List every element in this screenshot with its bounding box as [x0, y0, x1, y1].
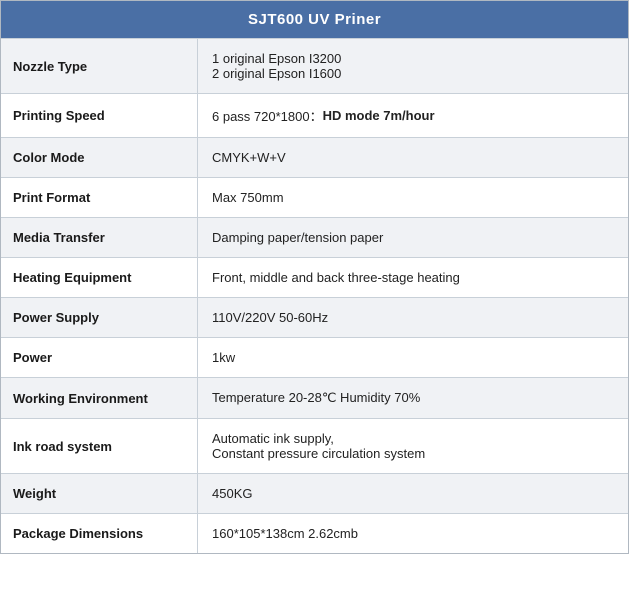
row-value: Temperature 20-28℃ Humidity 70%: [198, 378, 628, 418]
row-label: Print Format: [1, 178, 198, 217]
row-value: 1kw: [198, 338, 628, 377]
row-label: Nozzle Type: [1, 39, 198, 93]
row-label: Power: [1, 338, 198, 377]
speed-normal-text: 6 pass 720*1800：: [212, 106, 323, 125]
table-title: SJT600 UV Priner: [248, 11, 381, 28]
row-value: 160*105*138cm 2.62cmb: [198, 514, 628, 553]
value-line: 2 original Epson I1600: [212, 66, 341, 81]
row-value: 110V/220V 50-60Hz: [198, 298, 628, 337]
spec-table: SJT600 UV Priner Nozzle Type1 original E…: [0, 0, 629, 554]
row-label: Working Environment: [1, 378, 198, 418]
table-row: Printing Speed6 pass 720*1800：HD mode 7m…: [1, 93, 628, 137]
table-row: Working EnvironmentTemperature 20-28℃ Hu…: [1, 377, 628, 418]
row-label: Ink road system: [1, 419, 198, 473]
table-row: Media TransferDamping paper/tension pape…: [1, 217, 628, 257]
value-line: Automatic ink supply,: [212, 431, 334, 446]
table-row: Print FormatMax 750mm: [1, 177, 628, 217]
row-label: Color Mode: [1, 138, 198, 177]
table-row: Nozzle Type1 original Epson I32002 origi…: [1, 38, 628, 93]
table-row: Weight450KG: [1, 473, 628, 513]
row-label: Weight: [1, 474, 198, 513]
table-row: Package Dimensions160*105*138cm 2.62cmb: [1, 513, 628, 553]
table-row: Color ModeCMYK+W+V: [1, 137, 628, 177]
row-value: Front, middle and back three-stage heati…: [198, 258, 628, 297]
row-value: 6 pass 720*1800：HD mode 7m/hour: [198, 94, 628, 137]
table-row: Power1kw: [1, 337, 628, 377]
speed-bold-text: HD mode 7m/hour: [323, 108, 435, 123]
value-line: Constant pressure circulation system: [212, 446, 425, 461]
row-label: Heating Equipment: [1, 258, 198, 297]
table-header: SJT600 UV Priner: [1, 1, 628, 38]
row-value: Max 750mm: [198, 178, 628, 217]
row-value: Automatic ink supply,Constant pressure c…: [198, 419, 628, 473]
table-row: Ink road systemAutomatic ink supply,Cons…: [1, 418, 628, 473]
row-value: 450KG: [198, 474, 628, 513]
table-row: Heating EquipmentFront, middle and back …: [1, 257, 628, 297]
row-value: 1 original Epson I32002 original Epson I…: [198, 39, 628, 93]
row-label: Power Supply: [1, 298, 198, 337]
row-label: Media Transfer: [1, 218, 198, 257]
row-label: Package Dimensions: [1, 514, 198, 553]
row-label: Printing Speed: [1, 94, 198, 137]
row-value: CMYK+W+V: [198, 138, 628, 177]
table-row: Power Supply110V/220V 50-60Hz: [1, 297, 628, 337]
row-value: Damping paper/tension paper: [198, 218, 628, 257]
value-line: 1 original Epson I3200: [212, 51, 341, 66]
